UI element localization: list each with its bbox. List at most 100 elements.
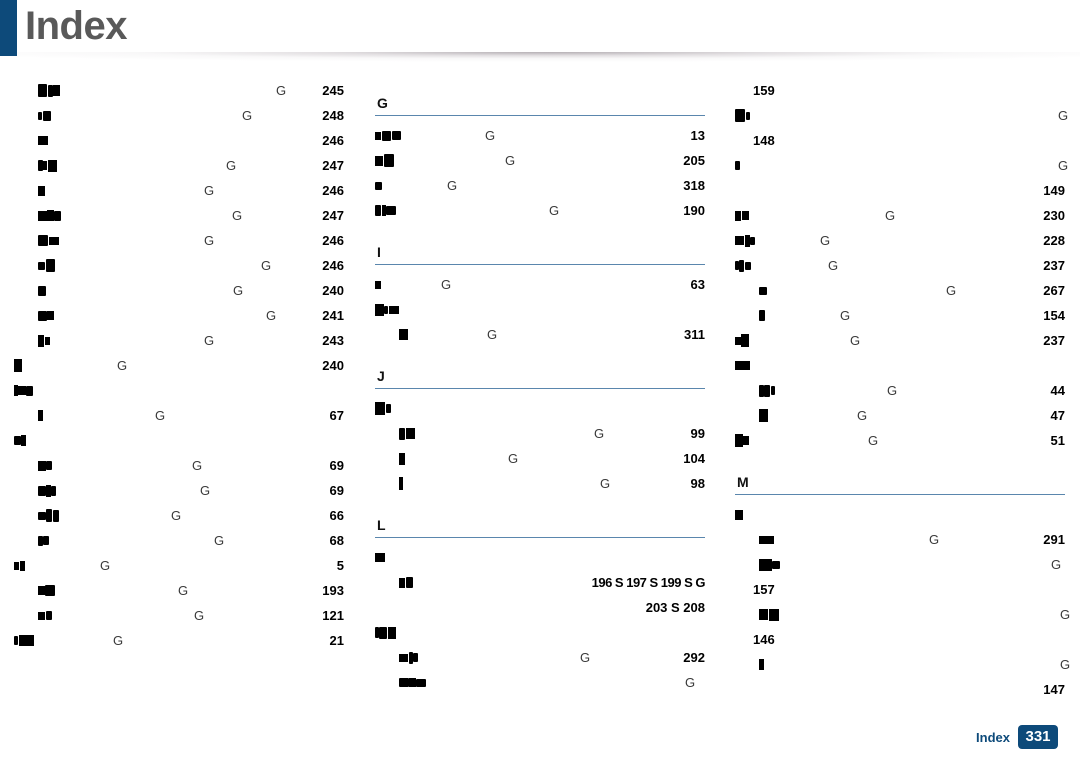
index-entry[interactable] bbox=[735, 502, 1065, 527]
entry-page-number: 13 bbox=[690, 128, 705, 143]
index-entry[interactable]: G 63 bbox=[375, 272, 705, 297]
index-entry[interactable]: G 318 bbox=[375, 173, 705, 198]
entry-label bbox=[14, 553, 25, 578]
index-entry[interactable]: G 69 bbox=[14, 478, 344, 503]
index-entry[interactable] bbox=[14, 378, 344, 403]
index-entry[interactable] bbox=[375, 545, 705, 570]
corrupted-glyph bbox=[14, 636, 18, 646]
index-entry[interactable]: G 228 bbox=[735, 228, 1065, 253]
index-entry[interactable]: G 69 bbox=[14, 453, 344, 478]
index-entry[interactable]: G 245 bbox=[14, 78, 344, 103]
corrupted-glyph bbox=[399, 678, 409, 688]
index-entry[interactable]: G 13 bbox=[375, 123, 705, 148]
section-letter-j: J bbox=[377, 368, 385, 384]
corrupted-glyph bbox=[771, 386, 775, 396]
section-letter-m: M bbox=[737, 474, 749, 490]
entry-trailing-glyph: G bbox=[226, 158, 237, 173]
index-entry[interactable] bbox=[14, 428, 344, 453]
entry-label bbox=[759, 552, 781, 577]
index-entry[interactable]: G 121 bbox=[14, 603, 344, 628]
index-section: M G 291 G 157 G 146 G 147 bbox=[735, 457, 1070, 702]
index-entry[interactable]: G bbox=[735, 153, 1068, 178]
index-entry[interactable]: G 21 bbox=[14, 628, 344, 653]
index-entry[interactable]: G 104 bbox=[375, 446, 705, 471]
index-entry[interactable]: G 205 bbox=[375, 148, 705, 173]
index-entry[interactable]: G 243 bbox=[14, 328, 344, 353]
index-entry[interactable]: G 47 bbox=[735, 403, 1065, 428]
index-entry[interactable]: G 67 bbox=[14, 403, 344, 428]
index-entry[interactable]: G 154 bbox=[735, 303, 1065, 328]
corrupted-glyph bbox=[48, 159, 57, 172]
index-entry[interactable] bbox=[375, 396, 705, 421]
corrupted-glyph bbox=[375, 181, 382, 190]
index-entry[interactable]: G bbox=[735, 552, 1065, 577]
corrupted-glyph bbox=[46, 611, 52, 621]
index-entry[interactable] bbox=[375, 297, 705, 322]
index-entry[interactable]: G 98 bbox=[375, 471, 705, 496]
index-entry[interactable]: 196 S 197 S 199 S G bbox=[375, 570, 706, 595]
index-entry[interactable]: G bbox=[735, 602, 1070, 627]
entry-page-number: 5 bbox=[336, 558, 344, 573]
index-entry[interactable]: G 246 bbox=[14, 253, 344, 278]
index-entry[interactable]: G 68 bbox=[14, 528, 344, 553]
corrupted-glyph bbox=[406, 577, 413, 589]
entry-trailing-glyph: G bbox=[508, 451, 519, 466]
index-entry[interactable]: G 230 bbox=[735, 203, 1065, 228]
entry-trailing-glyph: G bbox=[820, 233, 831, 248]
index-entry[interactable] bbox=[735, 353, 1065, 378]
index-entry[interactable]: G 240 bbox=[14, 353, 344, 378]
entry-label bbox=[38, 278, 46, 303]
entry-label bbox=[399, 645, 419, 670]
index-entry[interactable]: G 193 bbox=[14, 578, 344, 603]
index-entry[interactable]: G 246 bbox=[14, 228, 344, 253]
entry-page-number: 237 bbox=[1043, 258, 1065, 273]
index-entry[interactable] bbox=[375, 620, 705, 645]
entry-trailing-glyph: G bbox=[113, 633, 124, 648]
entry-page-number: 47 bbox=[1050, 408, 1065, 423]
index-entry[interactable]: G 247 bbox=[14, 153, 344, 178]
index-entry[interactable]: G 44 bbox=[735, 378, 1065, 403]
index-entry[interactable]: G 247 bbox=[14, 203, 344, 228]
index-entry[interactable]: 159 bbox=[735, 78, 1065, 103]
index-entry[interactable]: G 248 bbox=[14, 103, 344, 128]
page-footer: Index 331 bbox=[976, 725, 1058, 749]
entry-label bbox=[38, 503, 59, 528]
entry-label bbox=[375, 123, 402, 148]
entry-page-number: 240 bbox=[322, 283, 344, 298]
corrupted-glyph bbox=[47, 311, 54, 321]
index-entry[interactable]: G bbox=[735, 652, 1070, 677]
corrupted-glyph bbox=[406, 428, 415, 440]
corrupted-glyph bbox=[750, 236, 755, 245]
corrupted-glyph bbox=[759, 609, 768, 621]
corrupted-glyph bbox=[46, 461, 52, 471]
index-entry[interactable]: G 190 bbox=[375, 198, 705, 223]
index-entry[interactable]: G bbox=[375, 670, 705, 695]
index-entry[interactable]: G 240 bbox=[14, 278, 344, 303]
index-entry[interactable]: G 99 bbox=[375, 421, 705, 446]
index-entry[interactable]: G 292 bbox=[375, 645, 705, 670]
entry-label bbox=[38, 228, 59, 253]
index-entry[interactable]: G 246 bbox=[14, 178, 344, 203]
index-entry[interactable]: 246 bbox=[14, 128, 344, 153]
corrupted-glyph bbox=[413, 653, 418, 663]
index-entry[interactable]: G 51 bbox=[735, 428, 1065, 453]
corrupted-glyph bbox=[43, 161, 47, 171]
index-entry[interactable]: G 237 bbox=[735, 253, 1065, 278]
index-entry[interactable]: G5 bbox=[14, 553, 344, 578]
entry-label bbox=[375, 148, 395, 173]
index-entry[interactable]: G 267 bbox=[735, 278, 1065, 303]
corrupted-glyph bbox=[386, 404, 391, 414]
corrupted-glyph bbox=[38, 84, 47, 98]
entry-label bbox=[735, 502, 743, 527]
index-entry[interactable]: G 291 bbox=[735, 527, 1065, 552]
index-entry[interactable]: G bbox=[735, 103, 1068, 128]
index-entry[interactable]: G 66 bbox=[14, 503, 344, 528]
entry-page-number: 51 bbox=[1050, 433, 1065, 448]
index-entry[interactable]: G 237 bbox=[735, 328, 1065, 353]
entry-trailing-glyph: G bbox=[447, 178, 458, 193]
index-entry[interactable]: G 311 bbox=[375, 322, 705, 347]
entry-label bbox=[38, 303, 54, 328]
entry-trailing-glyph: G bbox=[594, 426, 605, 441]
index-entry[interactable]: G 241 bbox=[14, 303, 344, 328]
entry-page-number: 291 bbox=[1043, 532, 1065, 547]
